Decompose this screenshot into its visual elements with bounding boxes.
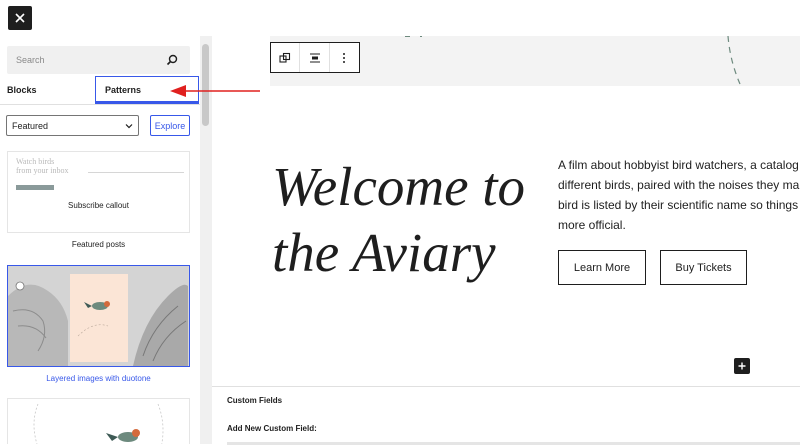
pattern-label-layered-images[interactable]: Layered images with duotone [7, 374, 190, 383]
select-value: Featured [12, 120, 49, 131]
pattern-label-featured-posts[interactable]: Featured posts [7, 240, 190, 249]
hero-description-line: more official. [558, 218, 626, 232]
hero-description-line: A film about hobbyist bird watchers, a c… [558, 158, 800, 172]
search-input[interactable] [16, 55, 156, 65]
preview-input-line [88, 172, 184, 173]
tab-patterns[interactable]: Patterns [95, 76, 199, 104]
hero-description-line: bird is listed by their scientific name … [558, 198, 800, 212]
pattern-preview-image [33, 403, 164, 444]
search-box [7, 46, 190, 74]
close-icon [15, 13, 25, 23]
hero-description[interactable]: A film about hobbyist bird watchers, a c… [558, 155, 800, 235]
pattern-preview-next[interactable] [7, 398, 190, 444]
pattern-preview-subscribe-callout[interactable]: Watch birds from your inbox [7, 151, 190, 230]
plus-icon [738, 362, 746, 370]
close-button[interactable] [8, 6, 32, 30]
duplicate-icon [279, 52, 291, 63]
top-bar [0, 0, 800, 36]
sidebar-scrollbar-thumb[interactable] [202, 44, 209, 126]
add-block-button[interactable] [734, 358, 750, 374]
search-icon[interactable] [166, 54, 178, 66]
explore-button[interactable]: Explore [150, 115, 190, 136]
tab-blocks[interactable]: Blocks [7, 76, 37, 104]
more-options-icon [343, 52, 346, 63]
duplicate-button[interactable] [271, 43, 301, 72]
custom-fields-title[interactable]: Custom Fields [227, 396, 282, 405]
inserter-tabs: Blocks Patterns [0, 76, 200, 105]
hero-heading[interactable]: Welcome to the Aviary [272, 154, 552, 286]
preview-button [16, 185, 54, 190]
align-button[interactable] [300, 43, 330, 72]
pattern-label-subscribe-callout[interactable]: Subscribe callout [7, 201, 190, 210]
learn-more-button[interactable]: Learn More [558, 250, 646, 285]
add-new-custom-field-label: Add New Custom Field: [227, 424, 317, 433]
pattern-category-select[interactable]: Featured [6, 115, 139, 136]
more-options-button[interactable] [330, 43, 359, 72]
pattern-preview-featured-posts[interactable] [7, 225, 190, 233]
duotone-image [8, 266, 188, 366]
inserter-sidebar: Blocks Patterns Featured Explore Watch b… [0, 36, 200, 444]
custom-fields-panel: Custom Fields Add New Custom Field: [212, 386, 800, 445]
pattern-preview-text: Watch birds from your inbox [16, 157, 69, 175]
buy-tickets-button[interactable]: Buy Tickets [660, 250, 747, 285]
hero-description-line: different birds, paired with the noises … [558, 178, 800, 192]
block-toolbar [270, 42, 360, 73]
pattern-preview-layered-images[interactable] [7, 265, 190, 367]
chevron-down-icon [125, 124, 133, 129]
align-icon [309, 52, 320, 63]
